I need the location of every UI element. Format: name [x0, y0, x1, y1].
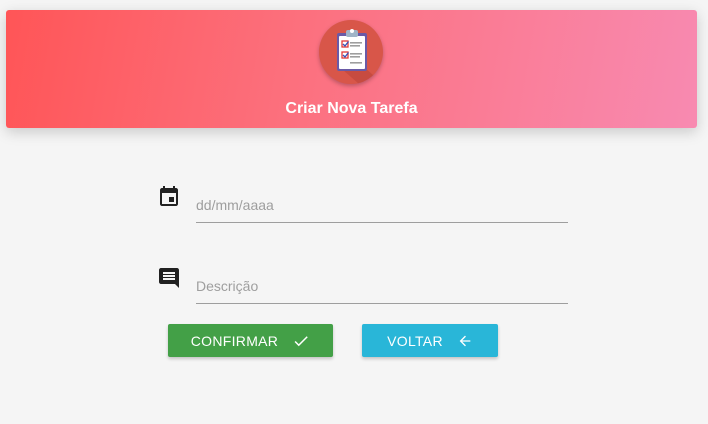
- calendar-icon: [157, 185, 183, 211]
- confirm-button-label: CONFIRMAR: [190, 332, 279, 349]
- date-field[interactable]: [196, 197, 568, 223]
- description-input[interactable]: [196, 278, 568, 303]
- description-field[interactable]: [196, 278, 568, 304]
- comment-icon: [157, 266, 183, 292]
- check-icon: [292, 332, 310, 350]
- date-input[interactable]: [196, 197, 568, 222]
- confirm-button[interactable]: CONFIRMAR: [168, 324, 333, 357]
- clipboard-checklist-icon: [319, 20, 383, 84]
- arrow-left-icon: [457, 333, 473, 349]
- back-button-label: VOLTAR: [387, 332, 443, 349]
- page-header: Criar Nova Tarefa: [6, 10, 697, 128]
- page-title: Criar Nova Tarefa: [285, 100, 418, 117]
- back-button[interactable]: VOLTAR: [362, 324, 498, 357]
